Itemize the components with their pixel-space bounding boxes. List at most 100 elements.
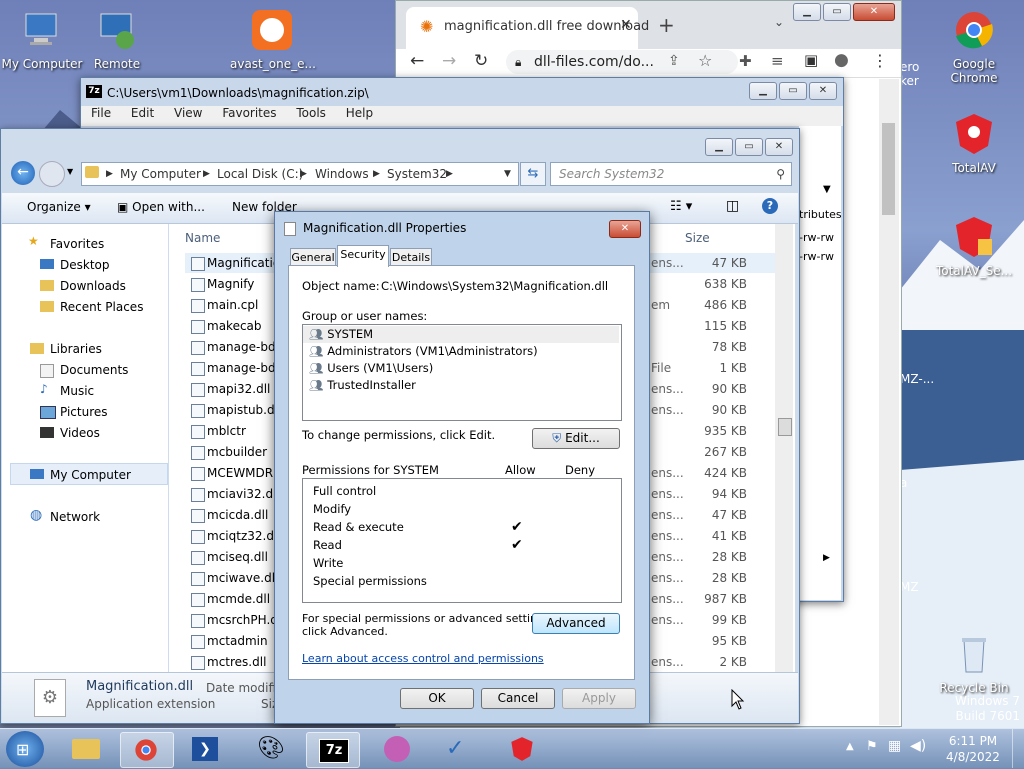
advanced-button[interactable]: Advanced: [532, 613, 620, 634]
chrome-scrollbar[interactable]: [879, 79, 899, 725]
taskbar-paint[interactable]: 🎨︎: [245, 732, 297, 766]
bookmark-star-icon[interactable]: ☆: [698, 51, 712, 70]
desktop-icon-remote[interactable]: Remote: [75, 8, 159, 71]
taskbar-security-app[interactable]: ✓: [432, 732, 484, 766]
help-icon[interactable]: ?: [762, 198, 778, 214]
taskbar-sevenzip[interactable]: 7z: [306, 732, 360, 768]
chrome-tab[interactable]: ✺ magnification.dll free download ✕: [406, 7, 649, 49]
nav-music[interactable]: Music: [60, 384, 94, 398]
back-icon[interactable]: ←: [410, 51, 424, 71]
close-button[interactable]: ✕: [809, 82, 837, 100]
nav-pictures[interactable]: Pictures: [60, 405, 108, 419]
minimize-button[interactable]: ▁: [705, 138, 733, 156]
maximize-button[interactable]: ▭: [779, 82, 807, 100]
extensions-icon[interactable]: ✚: [739, 52, 752, 70]
menu-favorites[interactable]: Favorites: [222, 106, 276, 120]
minimize-button[interactable]: ▁: [793, 3, 821, 21]
desktop-icon-google-chrome[interactable]: Google Chrome: [932, 8, 1016, 85]
view-options-icon[interactable]: ☷ ▾: [670, 199, 692, 214]
start-button[interactable]: ⊞: [6, 731, 44, 767]
taskbar-powershell[interactable]: ❯: [180, 732, 232, 766]
menu-tools[interactable]: Tools: [296, 106, 326, 120]
user-list-item-administrators[interactable]: 👥︎ Administrators (VM1\Administrators): [309, 343, 538, 360]
maximize-button[interactable]: ▭: [823, 3, 851, 21]
forward-button[interactable]: [39, 161, 65, 187]
desktop-icon-totalav-setup[interactable]: TotalAV_Se...: [932, 215, 1016, 278]
share-icon[interactable]: ⇪: [668, 53, 680, 69]
tab-close-icon[interactable]: ✕: [620, 17, 632, 33]
learn-more-link[interactable]: Learn about access control and permissio…: [302, 652, 544, 665]
file-list-scrollbar[interactable]: [775, 224, 793, 672]
volume-tray-icon[interactable]: ◀): [910, 738, 926, 754]
menu-help[interactable]: Help: [346, 106, 373, 120]
breadcrumb-my-computer[interactable]: My Computer: [120, 163, 201, 185]
address-bar[interactable]: ▶ My Computer ▶ Local Disk (C:) ▶ Window…: [81, 162, 519, 186]
nav-recent-places[interactable]: Recent Places: [60, 300, 143, 314]
preview-pane-icon[interactable]: ◫: [726, 198, 739, 214]
cancel-button[interactable]: Cancel: [481, 688, 555, 709]
minimize-button[interactable]: ▁: [749, 82, 777, 100]
media-icon[interactable]: ≡: [771, 52, 784, 70]
taskbar-explorer[interactable]: [60, 732, 112, 766]
properties-dialog[interactable]: Magnification.dll Properties ✕ General S…: [274, 211, 650, 724]
desktop-icon-recycle-bin[interactable]: Recycle Bin: [932, 632, 1016, 695]
search-input[interactable]: Search System32 ⚲: [550, 162, 792, 186]
ok-button[interactable]: OK: [400, 688, 474, 709]
tab-security[interactable]: Security: [337, 245, 389, 267]
nav-network[interactable]: Network: [50, 510, 100, 524]
organize-button[interactable]: Organize ▾: [27, 200, 91, 214]
user-list-item-trustedinstaller[interactable]: 👥︎ TrustedInstaller: [309, 377, 416, 394]
nav-documents[interactable]: Documents: [60, 363, 128, 377]
dropdown-icon[interactable]: ▼: [823, 184, 831, 195]
apply-button[interactable]: Apply: [562, 688, 636, 709]
clock[interactable]: 6:11 PM 4/8/2022: [940, 733, 1006, 765]
nav-favorites[interactable]: Favorites: [50, 237, 104, 251]
column-size[interactable]: Size: [685, 231, 710, 245]
scroll-thumb[interactable]: [882, 123, 895, 215]
user-list-item-system[interactable]: 👥︎ SYSTEM: [303, 326, 619, 343]
file-size: 99 KB: [711, 613, 747, 627]
column-attributes[interactable]: tributes: [799, 208, 842, 221]
tray-expand-icon[interactable]: ▲: [846, 741, 854, 752]
maximize-button[interactable]: ▭: [735, 138, 763, 156]
menu-edit[interactable]: Edit: [131, 106, 154, 120]
address-dropdown-icon[interactable]: ▼: [504, 163, 511, 185]
open-with-button[interactable]: ▣ Open with...: [117, 200, 205, 214]
forward-icon[interactable]: →: [442, 51, 456, 71]
close-button[interactable]: ✕: [765, 138, 793, 156]
back-button[interactable]: ←: [11, 161, 35, 185]
nav-desktop[interactable]: Desktop: [60, 258, 110, 272]
nav-downloads[interactable]: Downloads: [60, 279, 126, 293]
close-button[interactable]: ✕: [853, 3, 895, 21]
breadcrumb-system32[interactable]: System32: [387, 163, 447, 185]
scroll-thumb[interactable]: [778, 418, 792, 436]
breadcrumb-local-disk[interactable]: Local Disk (C:): [217, 163, 303, 185]
close-button[interactable]: ✕: [609, 220, 641, 238]
menu-view[interactable]: View: [174, 106, 202, 120]
nav-videos[interactable]: Videos: [60, 426, 100, 440]
taskbar-totalav[interactable]: [496, 732, 548, 766]
show-desktop-button[interactable]: [1012, 729, 1024, 768]
history-dropdown-icon[interactable]: ▼: [67, 167, 73, 176]
reload-icon[interactable]: ↻: [474, 51, 488, 71]
action-center-icon[interactable]: ⚑: [866, 739, 878, 754]
user-list-item-users[interactable]: 👥︎ Users (VM1\Users): [309, 360, 433, 377]
breadcrumb-windows[interactable]: Windows: [315, 163, 369, 185]
taskbar-app[interactable]: [372, 732, 424, 766]
taskbar-chrome[interactable]: [120, 732, 174, 768]
side-panel-icon[interactable]: ▣: [804, 51, 818, 69]
desktop-icon-avast[interactable]: avast_one_e...: [230, 8, 316, 71]
desktop-icon-my-computer[interactable]: My Computer: [0, 8, 84, 71]
tab-search-icon[interactable]: ⌄: [774, 15, 784, 29]
menu-kebab-icon[interactable]: ⋮: [872, 51, 888, 70]
edit-button[interactable]: ⛨ Edit...: [532, 428, 620, 449]
desktop-icon-totalav[interactable]: TotalAV: [932, 112, 1016, 175]
profile-icon[interactable]: ●: [834, 50, 849, 70]
menu-file[interactable]: File: [91, 106, 111, 120]
new-tab-icon[interactable]: +: [658, 13, 675, 37]
refresh-button[interactable]: ⇆: [520, 162, 546, 186]
scroll-right-icon[interactable]: ▶: [823, 553, 830, 563]
nav-libraries[interactable]: Libraries: [50, 342, 102, 356]
network-tray-icon[interactable]: ▦: [888, 738, 901, 754]
column-name[interactable]: Name: [185, 231, 220, 245]
